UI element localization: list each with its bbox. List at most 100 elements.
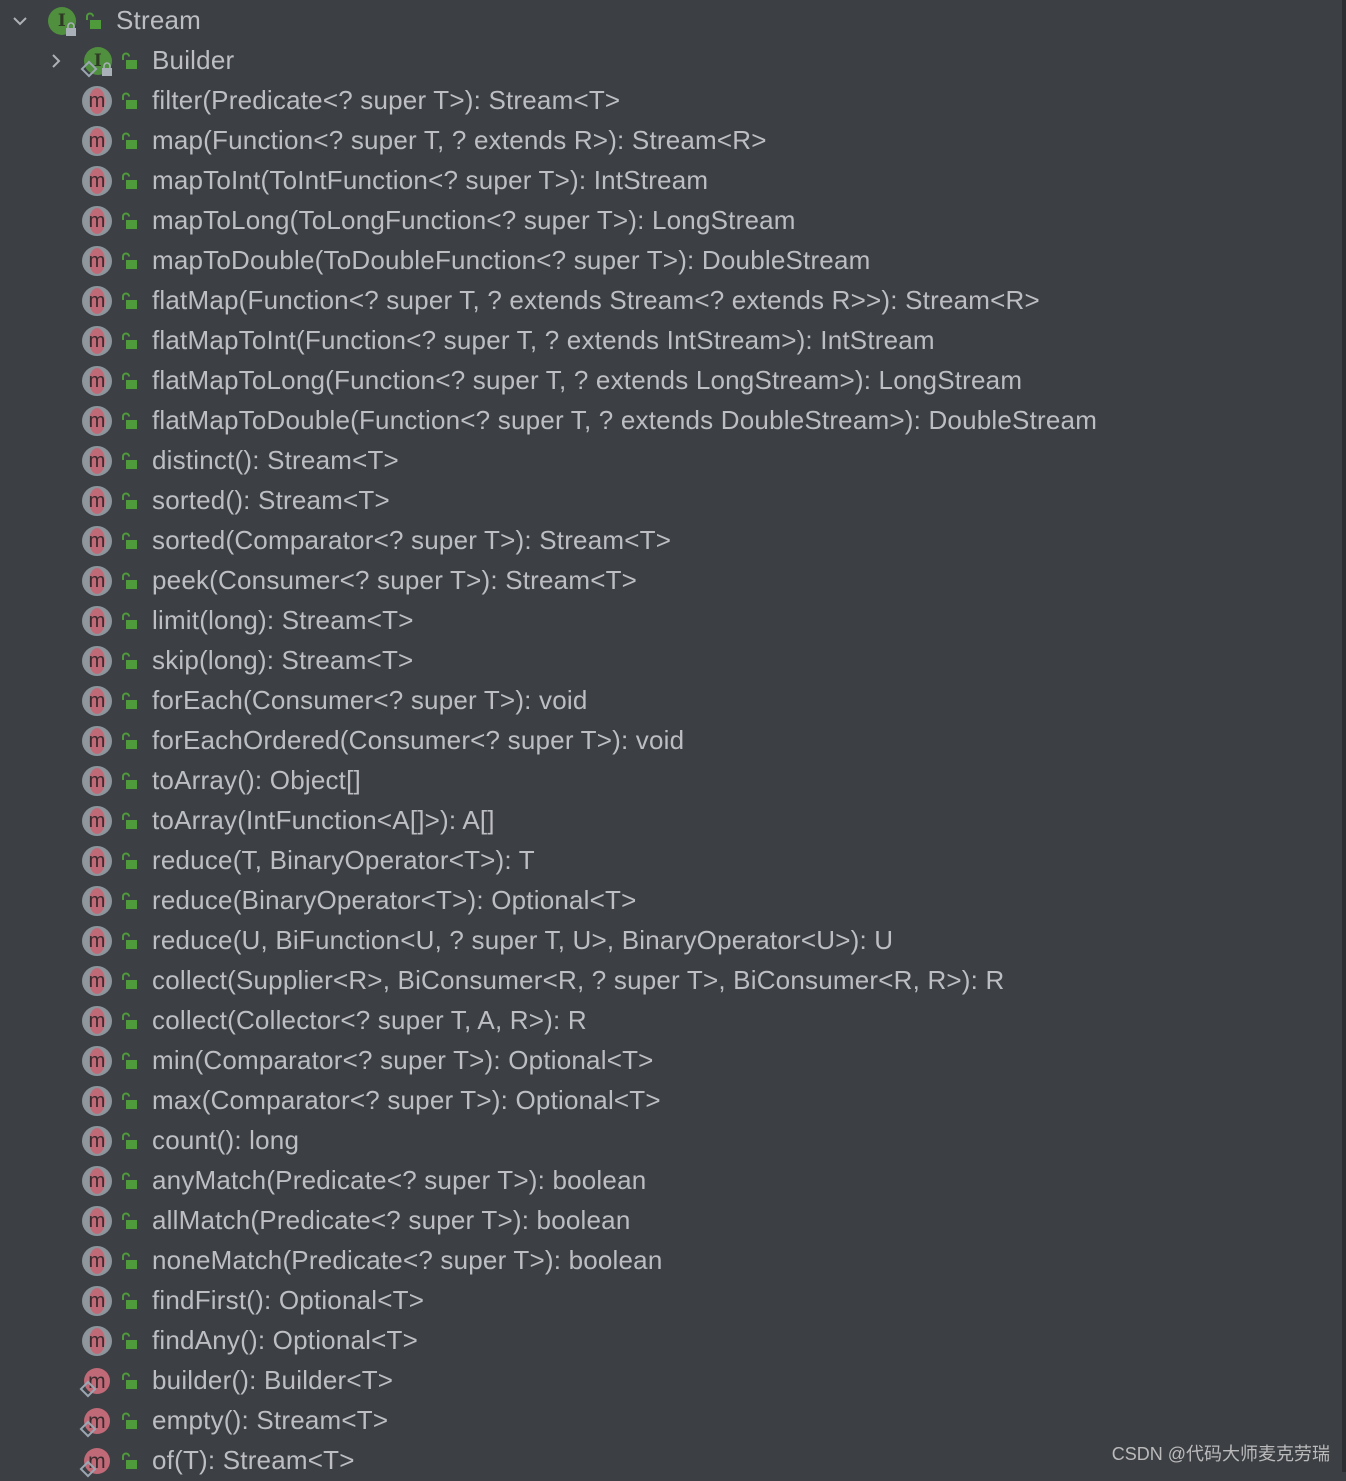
public-visibility-icon [122,1212,137,1229]
abstract-method-icon: m [82,1006,112,1036]
tree-node-method[interactable]: m collect(Supplier<R>, BiConsumer<R, ? s… [0,961,1342,1001]
method-signature: max(Comparator<? super T>): Optional<T> [152,1084,661,1115]
public-visibility-icon [122,1452,137,1469]
method-signature: limit(long): Stream<T> [152,604,414,635]
interface-icon: I [80,46,113,78]
method-signature: toArray(IntFunction<A[]>): A[] [152,804,495,835]
tree-node-method[interactable]: m allMatch(Predicate<? super T>): boolea… [0,1201,1342,1241]
tree-node-stream[interactable]: I Stream [0,1,1342,41]
tree-node-method[interactable]: m sorted(): Stream<T> [0,481,1342,521]
chevron-down-icon[interactable] [10,11,30,31]
method-signature: skip(long): Stream<T> [152,644,414,675]
abstract-method-icon: m [82,1166,112,1196]
public-visibility-icon [122,812,137,829]
public-visibility-icon [122,692,137,709]
static-method-icon: m [79,1406,112,1438]
tree-node-method[interactable]: m count(): long [0,1121,1342,1161]
tree-node-method[interactable]: m reduce(T, BinaryOperator<T>): T [0,841,1342,881]
tree-node-method[interactable]: m sorted(Comparator<? super T>): Stream<… [0,521,1342,561]
tree-node-method[interactable]: m noneMatch(Predicate<? super T>): boole… [0,1241,1342,1281]
abstract-method-icon: m [82,1206,112,1236]
public-visibility-icon [122,212,137,229]
public-visibility-icon [122,612,137,629]
tree-node-method[interactable]: m distinct(): Stream<T> [0,441,1342,481]
tree-node-method[interactable]: m mapToDouble(ToDoubleFunction<? super T… [0,241,1342,281]
tree-node-method[interactable]: m builder(): Builder<T> [0,1361,1342,1401]
method-signature: empty(): Stream<T> [152,1404,389,1435]
abstract-method-icon: m [82,446,112,476]
tree-node-method[interactable]: m forEachOrdered(Consumer<? super T>): v… [0,721,1342,761]
method-signature: reduce(U, BiFunction<U, ? super T, U>, B… [152,924,894,955]
method-signature: peek(Consumer<? super T>): Stream<T> [152,564,638,595]
abstract-method-icon: m [82,566,112,596]
public-visibility-icon [122,1092,137,1109]
tree-node-method[interactable]: m max(Comparator<? super T>): Optional<T… [0,1081,1342,1121]
method-signature: filter(Predicate<? super T>): Stream<T> [152,84,621,115]
public-visibility-icon [122,892,137,909]
abstract-method-icon: m [82,406,112,436]
public-visibility-icon [122,1052,137,1069]
public-visibility-icon [122,292,137,309]
tree-node-method[interactable]: m reduce(BinaryOperator<T>): Optional<T> [0,881,1342,921]
method-signature: collect(Supplier<R>, BiConsumer<R, ? sup… [152,964,1005,995]
tree-node-method[interactable]: m flatMapToDouble(Function<? super T, ? … [0,401,1342,441]
tree-node-method[interactable]: m map(Function<? super T, ? extends R>):… [0,121,1342,161]
tree-node-method[interactable]: m min(Comparator<? super T>): Optional<T… [0,1041,1342,1081]
tree-node-method[interactable]: m forEach(Consumer<? super T>): void [0,681,1342,721]
public-visibility-icon [122,132,137,149]
abstract-method-icon: m [82,1086,112,1116]
abstract-method-icon: m [82,206,112,236]
tree-node-method[interactable]: m collect(Collector<? super T, A, R>): R [0,1001,1342,1041]
public-visibility-icon [122,972,137,989]
static-method-icon: m [79,1366,112,1398]
tree-node-method[interactable]: m anyMatch(Predicate<? super T>): boolea… [0,1161,1342,1201]
tree-node-method[interactable]: m skip(long): Stream<T> [0,641,1342,681]
abstract-method-icon: m [82,966,112,996]
tree-node-method[interactable]: m mapToLong(ToLongFunction<? super T>): … [0,201,1342,241]
method-signature: flatMapToLong(Function<? super T, ? exte… [152,364,1023,395]
abstract-method-icon: m [82,486,112,516]
method-signature: toArray(): Object[] [152,764,361,795]
chevron-right-icon[interactable] [46,51,66,71]
method-signature: count(): long [152,1124,300,1155]
public-visibility-icon [122,52,137,69]
method-signature: sorted(Comparator<? super T>): Stream<T> [152,524,672,555]
public-visibility-icon [122,1412,137,1429]
abstract-method-icon: m [82,926,112,956]
tree-node-method[interactable]: m mapToInt(ToIntFunction<? super T>): In… [0,161,1342,201]
abstract-method-icon: m [82,246,112,276]
method-signature: distinct(): Stream<T> [152,444,399,475]
public-visibility-icon [122,1252,137,1269]
method-signature: collect(Collector<? super T, A, R>): R [152,1004,587,1035]
method-signature: builder(): Builder<T> [152,1364,394,1395]
abstract-method-icon: m [82,86,112,116]
tree-node-method[interactable]: m flatMap(Function<? super T, ? extends … [0,281,1342,321]
public-visibility-icon [122,772,137,789]
abstract-method-icon: m [82,886,112,916]
public-visibility-icon [122,492,137,509]
tree-node-method[interactable]: m limit(long): Stream<T> [0,601,1342,641]
tree-node-method[interactable]: m empty(): Stream<T> [0,1401,1342,1441]
tree-node-method[interactable]: m peek(Consumer<? super T>): Stream<T> [0,561,1342,601]
abstract-method-icon: m [82,806,112,836]
tree-node-builder[interactable]: I Builder [0,41,1342,81]
public-visibility-icon [122,1012,137,1029]
tree-node-method[interactable]: m flatMapToInt(Function<? super T, ? ext… [0,321,1342,361]
method-signature: findAny(): Optional<T> [152,1324,418,1355]
tree-node-method[interactable]: m toArray(): Object[] [0,761,1342,801]
method-signature: flatMap(Function<? super T, ? extends St… [152,284,1040,315]
public-visibility-icon [122,172,137,189]
method-signature: mapToLong(ToLongFunction<? super T>): Lo… [152,204,796,235]
tree-node-method[interactable]: m filter(Predicate<? super T>): Stream<T… [0,81,1342,121]
abstract-method-icon: m [82,286,112,316]
method-signature: forEachOrdered(Consumer<? super T>): voi… [152,724,685,755]
tree-node-method[interactable]: m findFirst(): Optional<T> [0,1281,1342,1321]
abstract-method-icon: m [82,606,112,636]
method-signature: mapToDouble(ToDoubleFunction<? super T>)… [152,244,871,275]
tree-node-method[interactable]: m flatMapToLong(Function<? super T, ? ex… [0,361,1342,401]
tree-node-method[interactable]: m toArray(IntFunction<A[]>): A[] [0,801,1342,841]
scrollbar-track[interactable] [1342,0,1346,1472]
watermark: CSDN @代码大师麦克劳瑞 [1111,1444,1330,1464]
tree-node-method[interactable]: m reduce(U, BiFunction<U, ? super T, U>,… [0,921,1342,961]
tree-node-method[interactable]: m findAny(): Optional<T> [0,1321,1342,1361]
